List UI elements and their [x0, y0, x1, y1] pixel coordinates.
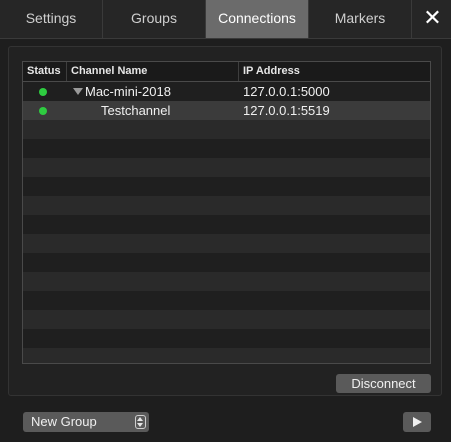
tab-groups[interactable]: Groups [103, 0, 206, 38]
empty-row [23, 158, 430, 177]
status-indicator [39, 88, 47, 96]
channel-name: Testchannel [101, 103, 171, 118]
table-header: Status Channel Name IP Address [23, 62, 430, 82]
empty-row [23, 234, 430, 253]
empty-row [23, 196, 430, 215]
empty-row [23, 177, 430, 196]
empty-row [23, 139, 430, 158]
tab-bar: Settings Groups Connections Markers ✕ [0, 0, 451, 39]
column-header-ip-address[interactable]: IP Address [239, 62, 430, 81]
channel-name: Mac-mini-2018 [85, 84, 171, 99]
connections-table: Status Channel Name IP Address Mac-mini-… [22, 61, 431, 364]
disconnect-button[interactable]: Disconnect [336, 374, 431, 393]
group-select[interactable]: New Group [23, 412, 149, 432]
empty-row [23, 291, 430, 310]
group-select-value: New Group [31, 414, 97, 429]
close-icon[interactable]: ✕ [414, 0, 451, 38]
ip-address: 127.0.0.1:5519 [243, 103, 330, 118]
play-button[interactable] [403, 412, 431, 432]
empty-row [23, 215, 430, 234]
empty-row [23, 329, 430, 348]
table-body: Mac-mini-2018 127.0.0.1:5000 Testchannel… [23, 82, 430, 363]
tab-settings[interactable]: Settings [0, 0, 103, 38]
tab-connections[interactable]: Connections [206, 0, 309, 38]
play-icon [413, 417, 422, 427]
empty-row [23, 120, 430, 139]
select-arrows-icon [135, 415, 146, 429]
disclosure-triangle-icon[interactable] [73, 88, 83, 95]
tab-markers[interactable]: Markers [309, 0, 412, 38]
empty-row [23, 253, 430, 272]
empty-row [23, 272, 430, 291]
column-header-status[interactable]: Status [23, 62, 67, 81]
table-row[interactable]: Mac-mini-2018 127.0.0.1:5000 [23, 82, 430, 101]
table-row[interactable]: Testchannel 127.0.0.1:5519 [23, 101, 430, 120]
empty-row [23, 310, 430, 329]
status-indicator [39, 107, 47, 115]
ip-address: 127.0.0.1:5000 [243, 84, 330, 99]
empty-row [23, 348, 430, 363]
column-header-channel-name[interactable]: Channel Name [67, 62, 239, 81]
